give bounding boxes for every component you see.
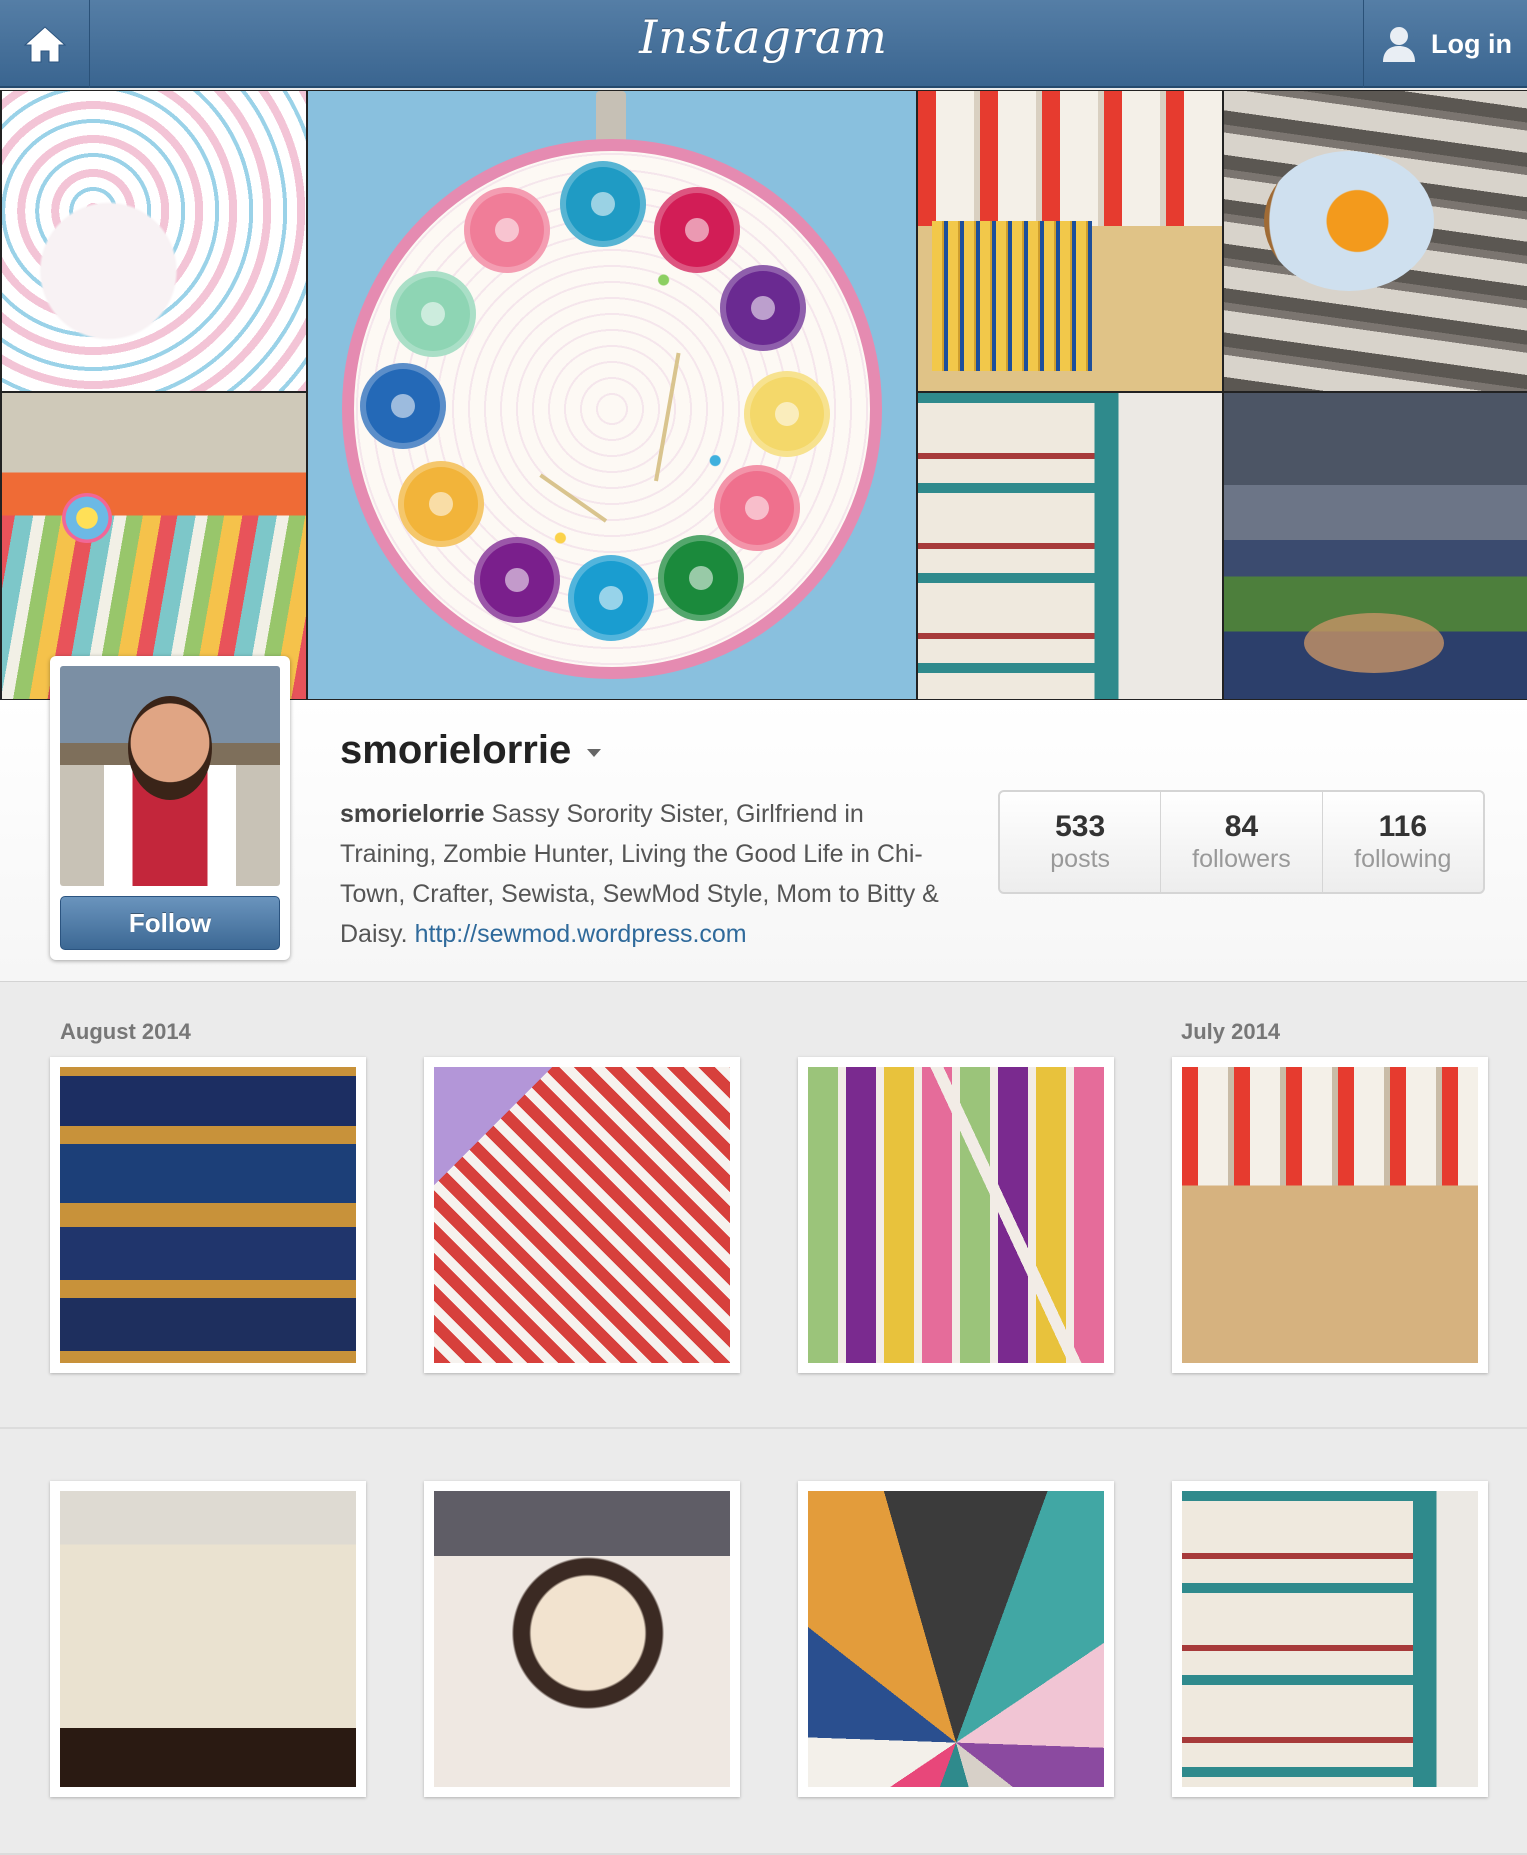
crochet-flower (568, 555, 654, 641)
cover-photo-tomato-bowl[interactable] (1224, 91, 1527, 391)
dropdown-caret-icon[interactable] (587, 748, 602, 757)
hoop-clamp (596, 91, 626, 145)
crochet-flower (714, 465, 800, 551)
photo-image (1182, 1491, 1478, 1787)
stat-followers[interactable]: 84 followers (1161, 792, 1323, 892)
photo-image (434, 1067, 730, 1363)
photo-thumbnail[interactable] (1172, 1057, 1488, 1373)
user-icon (1383, 27, 1415, 62)
username-row: smorielorrie (340, 728, 602, 773)
photo-thumbnail[interactable] (50, 1481, 366, 1797)
photo-image (60, 1067, 356, 1363)
cover-photo-quilt[interactable] (918, 393, 1222, 699)
photo-image (1182, 1067, 1478, 1363)
cover-photo-mosaic (0, 90, 1527, 700)
crochet-flower (474, 537, 560, 623)
photo-image (808, 1491, 1104, 1787)
stat-label: posts (1050, 845, 1111, 873)
avatar-card: Follow (50, 656, 290, 960)
photo-grid-row: August 2014 July 2014 (0, 983, 1527, 1429)
stat-label: followers (1192, 845, 1291, 873)
profile-username: smorielorrie (340, 728, 572, 772)
login-button[interactable]: Log in (1363, 0, 1527, 88)
clock-hand (539, 473, 608, 523)
stat-posts[interactable]: 533 posts (1000, 792, 1162, 892)
home-icon (23, 26, 66, 63)
website-link[interactable]: http://sewmod.wordpress.com (415, 920, 747, 948)
stat-label: following (1354, 845, 1452, 873)
month-label: July 2014 (1181, 1019, 1281, 1044)
cover-photo-flower-clock[interactable] (308, 91, 916, 699)
profile-header: Follow smorielorrie smorielorrie Sassy S… (0, 656, 1527, 982)
crochet-flower (720, 265, 806, 351)
instagram-logo: Instagram (639, 10, 888, 64)
avatar-face (128, 696, 212, 800)
top-nav-bar: Instagram Log in (0, 0, 1527, 88)
crochet-flower (390, 271, 476, 357)
photo-thumbnail[interactable] (424, 1481, 740, 1797)
crochet-flower (464, 187, 550, 273)
crochet-flower (398, 461, 484, 547)
login-label: Log in (1431, 28, 1512, 59)
cover-photo-ballpark[interactable] (1224, 393, 1527, 699)
profile-bio: smorielorrie Sassy Sorority Sister, Girl… (340, 794, 940, 954)
crochet-flower (654, 187, 740, 273)
stat-count: 533 (1055, 810, 1106, 843)
photo-image (808, 1067, 1104, 1363)
profile-stats: 533 posts 84 followers 116 following (998, 790, 1485, 894)
photo-image (434, 1491, 730, 1787)
cover-photo-clutch-bag[interactable] (2, 393, 306, 699)
clock-hoop (342, 139, 882, 679)
bowl (1264, 151, 1434, 291)
photo-grid-row (0, 1431, 1527, 1855)
cover-photo-school-supplies[interactable] (918, 91, 1222, 391)
photo-image (60, 1491, 356, 1787)
stat-following[interactable]: 116 following (1323, 792, 1483, 892)
photo-thumbnail[interactable] (1172, 1481, 1488, 1797)
photo-thumbnail[interactable] (50, 1057, 366, 1373)
follow-button[interactable]: Follow (60, 896, 280, 950)
crochet-flower (744, 371, 830, 457)
bio-username: smorielorrie (340, 800, 485, 828)
avatar[interactable] (60, 666, 280, 886)
photo-thumbnail[interactable] (798, 1481, 1114, 1797)
cover-photo-embroidery-hoop[interactable] (2, 91, 306, 391)
photo-thumbnail[interactable] (798, 1057, 1114, 1373)
clock-hand (654, 352, 681, 482)
crochet-flower (658, 535, 744, 621)
home-button[interactable] (0, 0, 90, 88)
crochet-flower (560, 161, 646, 247)
stat-count: 84 (1224, 810, 1259, 843)
crochet-flower (360, 363, 446, 449)
month-label: August 2014 (60, 1019, 191, 1044)
stat-count: 116 (1378, 810, 1428, 843)
photo-thumbnail[interactable] (424, 1057, 740, 1373)
